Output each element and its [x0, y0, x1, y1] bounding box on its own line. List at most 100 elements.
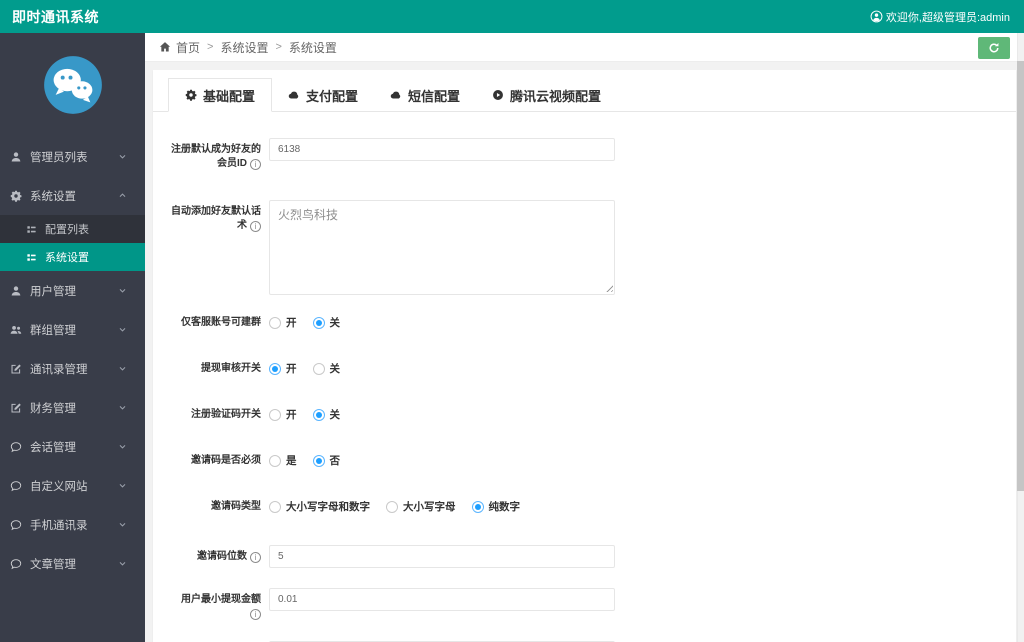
radio-icon-selected [312, 454, 325, 467]
main-area: 首页 > 系统设置 > 系统设置 基础配置 支付配置 短信配置 腾讯云视频配置 [145, 33, 1024, 642]
member-id-input[interactable] [269, 138, 615, 161]
tab-basic-config[interactable]: 基础配置 [168, 78, 273, 112]
app-logo [0, 33, 145, 137]
default-greeting-textarea[interactable]: 火烈鸟科技 [269, 200, 615, 295]
radio-option-off[interactable]: 关 [312, 315, 340, 330]
comment-icon [10, 558, 22, 570]
chevron-down-icon [118, 520, 127, 529]
welcome-text: 欢迎你,超级管理员:admin [885, 11, 1010, 24]
cloud-icon [288, 89, 300, 101]
breadcrumb: 首页 > 系统设置 > 系统设置 [145, 33, 1024, 62]
sidebar-item-system-settings[interactable]: 系统设置 [0, 176, 145, 215]
video-icon [492, 89, 504, 101]
field-label: 用户最小提现金额 [168, 588, 261, 621]
field-label-text: 邀请码是否必须 [191, 454, 261, 466]
radio-option-alnum[interactable]: 大小写字母和数字 [269, 499, 370, 514]
sidebar-item-user-management[interactable]: 用户管理 [0, 271, 145, 310]
breadcrumb-separator: > [275, 41, 282, 53]
scrollbar-thumb[interactable] [1017, 61, 1024, 491]
form-row-register-captcha: 注册验证码开关 开 关 [168, 407, 1016, 422]
field-label: 自动添加好友默认话术 [168, 200, 261, 295]
sidebar-item-label: 文章管理 [30, 558, 76, 571]
form-row-invite-code-digits: 邀请码位数 [168, 545, 1016, 568]
radio-option-off[interactable]: 关 [312, 361, 340, 376]
chevron-down-icon [118, 286, 127, 295]
user-icon [10, 151, 22, 163]
sidebar-item-group-management[interactable]: 群组管理 [0, 310, 145, 349]
user-icon [10, 285, 22, 297]
radio-icon [312, 362, 325, 375]
form-row-min-withdraw: 用户最小提现金额 [168, 588, 1016, 621]
field-label-text: 注册默认成为好友的会员ID [171, 144, 261, 169]
refresh-icon [988, 42, 1000, 54]
app-title: 即时通讯系统 [12, 8, 99, 25]
tab-label: 腾讯云视频配置 [510, 88, 602, 104]
chevron-up-icon [118, 191, 127, 200]
comment-icon [10, 519, 22, 531]
breadcrumb-system-settings[interactable]: 系统设置 [220, 39, 268, 56]
radio-option-numeric[interactable]: 纯数字 [471, 499, 520, 514]
sidebar-item-finance-management[interactable]: 财务管理 [0, 388, 145, 427]
tab-label: 支付配置 [306, 88, 359, 104]
user-welcome-menu[interactable]: 欢迎你,超级管理员:admin [870, 9, 1010, 25]
radio-icon-selected [471, 500, 484, 513]
chevron-down-icon [118, 403, 127, 412]
field-label: 提现审核开关 [168, 362, 261, 376]
comment-icon [10, 480, 22, 492]
form-row-invite-code-type: 邀请码类型 大小写字母和数字 大小写字母 纯数字 [168, 499, 1016, 514]
gear-icon [185, 89, 197, 101]
tab-sms-config[interactable]: 短信配置 [374, 78, 476, 112]
sidebar-item-phone-contacts[interactable]: 手机通讯录 [0, 505, 145, 544]
radio-icon [269, 500, 281, 513]
form-row-default-greeting: 自动添加好友默认话术 火烈鸟科技 [168, 200, 1016, 295]
sidebar-item-article-management[interactable]: 文章管理 [0, 544, 145, 583]
field-label-text: 自动添加好友默认话术 [171, 206, 261, 231]
info-icon [250, 609, 261, 620]
field-label: 注册验证码开关 [168, 408, 261, 422]
cloud-icon [390, 89, 402, 101]
edit-icon [10, 402, 22, 414]
sidebar-subitem-label: 配置列表 [45, 224, 89, 236]
field-label: 注册默认成为好友的会员ID [168, 138, 261, 171]
sidebar-item-label: 自定义网站 [30, 480, 88, 493]
form-row-member-id: 注册默认成为好友的会员ID [168, 138, 1016, 171]
sidebar-subitem-system-settings[interactable]: 系统设置 [0, 243, 145, 271]
radio-option-no[interactable]: 否 [312, 453, 340, 468]
comment-icon [10, 441, 22, 453]
radio-option-on[interactable]: 开 [269, 315, 297, 330]
chevron-down-icon [118, 481, 127, 490]
chevron-down-icon [118, 559, 127, 568]
sidebar: 管理员列表 系统设置 配置列表 系统设置 用户管理 群组管理 通讯录管理 财务管… [0, 33, 145, 642]
refresh-button[interactable] [978, 37, 1010, 59]
sidebar-item-label: 系统设置 [30, 190, 76, 203]
invite-code-digits-input[interactable] [269, 545, 615, 568]
radio-option-alpha[interactable]: 大小写字母 [386, 499, 456, 514]
sidebar-item-session-management[interactable]: 会话管理 [0, 427, 145, 466]
sidebar-subitem-config-list[interactable]: 配置列表 [0, 215, 145, 243]
field-label: 邀请码类型 [168, 500, 261, 514]
breadcrumb-separator: > [207, 41, 214, 53]
sidebar-item-admin-list[interactable]: 管理员列表 [0, 137, 145, 176]
breadcrumb-home[interactable]: 首页 [176, 39, 200, 56]
tab-payment-config[interactable]: 支付配置 [272, 78, 374, 112]
tab-label: 短信配置 [408, 88, 461, 104]
min-withdraw-input[interactable] [269, 588, 615, 611]
sidebar-item-label: 群组管理 [30, 324, 76, 337]
breadcrumb-current: 系统设置 [288, 40, 337, 55]
edit-icon [10, 363, 22, 375]
tab-tencent-video-config[interactable]: 腾讯云视频配置 [476, 78, 617, 112]
vertical-scrollbar[interactable] [1017, 33, 1024, 642]
radio-option-off[interactable]: 关 [312, 407, 340, 422]
sidebar-item-contacts-management[interactable]: 通讯录管理 [0, 349, 145, 388]
field-label-text: 用户最小提现金额 [181, 594, 261, 605]
sidebar-item-custom-website[interactable]: 自定义网站 [0, 466, 145, 505]
home-icon [159, 41, 171, 53]
radio-option-yes[interactable]: 是 [269, 453, 297, 468]
sidebar-nav: 管理员列表 系统设置 配置列表 系统设置 用户管理 群组管理 通讯录管理 财务管… [0, 137, 145, 583]
radio-icon-selected [312, 316, 325, 329]
list-icon [26, 252, 37, 263]
system-settings-submenu: 配置列表 系统设置 [0, 215, 145, 271]
radio-option-on[interactable]: 开 [269, 407, 297, 422]
field-label: 邀请码位数 [168, 545, 261, 568]
radio-option-on[interactable]: 开 [269, 361, 297, 376]
